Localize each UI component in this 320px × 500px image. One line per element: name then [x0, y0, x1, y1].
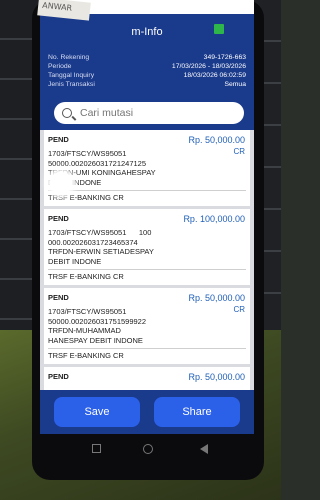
recent-apps-icon[interactable]	[92, 444, 101, 453]
system-navbar	[40, 434, 254, 464]
search-icon	[62, 108, 72, 118]
share-button[interactable]: Share	[154, 397, 240, 427]
search-input[interactable]	[80, 107, 230, 119]
info-key: Tanggal Inquiry	[48, 72, 95, 79]
search-bar	[40, 96, 254, 130]
transaction-type: TRSF E-BANKING CR	[48, 351, 124, 360]
info-row-account: No. Rekening 349-1726-663	[48, 54, 246, 62]
info-row-transaction-type: Jenis Transaksi Semua	[48, 81, 246, 89]
info-key: Jenis Transaksi	[48, 81, 95, 88]
transaction-status: PEND	[48, 293, 69, 302]
action-bar: Save Share	[40, 390, 254, 434]
info-value: 18/03/2026 06:02:59	[183, 72, 246, 79]
transaction-item[interactable]: PEND Rp. 50,000.00 CR 1703/FTSCY/WS95051…	[44, 130, 250, 206]
info-key: No. Rekening	[48, 54, 90, 61]
transaction-dc: CR	[233, 147, 245, 156]
transaction-list[interactable]: PEND Rp. 50,000.00 CR 1703/FTSCY/WS95051…	[40, 130, 254, 397]
divider	[48, 348, 246, 349]
divider	[48, 190, 246, 191]
transaction-amount: Rp. 50,000.00	[188, 372, 245, 382]
transaction-dc: CR	[233, 305, 245, 314]
status-indicator	[214, 24, 224, 34]
transaction-item[interactable]: PEND Rp. 100,000.00 CR 1703/FTSCY/WS9505…	[44, 209, 250, 285]
info-key: Periode	[48, 63, 72, 70]
back-icon[interactable]	[200, 444, 208, 454]
transaction-status: PEND	[48, 135, 69, 144]
info-value: 349-1726-663	[203, 54, 246, 61]
transaction-item[interactable]: PEND Rp. 50,000.00 CR 1703/FTSCY/WS95051…	[44, 288, 250, 364]
app-header: m-Info	[40, 14, 254, 50]
info-value: Semua	[224, 81, 246, 88]
transaction-description: 1703/FTSCY/WS95051 50000.002026031751599…	[48, 307, 147, 345]
search-box[interactable]	[54, 102, 244, 124]
transaction-amount: Rp. 100,000.00	[183, 214, 245, 224]
divider	[48, 269, 246, 270]
info-row-inquiry-date: Tanggal Inquiry 18/03/2026 06:02:59	[48, 72, 246, 80]
transaction-amount: Rp. 50,000.00	[188, 293, 245, 303]
glare-spot	[50, 172, 72, 194]
info-row-period: Periode 17/03/2026 - 18/03/2026	[48, 63, 246, 71]
transaction-type: TRSF E-BANKING CR	[48, 193, 124, 202]
save-button[interactable]: Save	[54, 397, 140, 427]
transaction-amount: Rp. 50,000.00	[188, 135, 245, 145]
transaction-type: TRSF E-BANKING CR	[48, 272, 124, 281]
account-info-panel: No. Rekening 349-1726-663 Periode 17/03/…	[40, 50, 254, 96]
transaction-status: PEND	[48, 214, 69, 223]
transaction-description: 1703/FTSCY/WS95051 100 000.0020260317234…	[48, 228, 154, 266]
info-value: 17/03/2026 - 18/03/2026	[171, 63, 246, 70]
transaction-status: PEND	[48, 372, 69, 381]
app-screen: m-Info No. Rekening 349-1726-663 Periode…	[40, 0, 254, 434]
home-icon[interactable]	[143, 444, 153, 454]
